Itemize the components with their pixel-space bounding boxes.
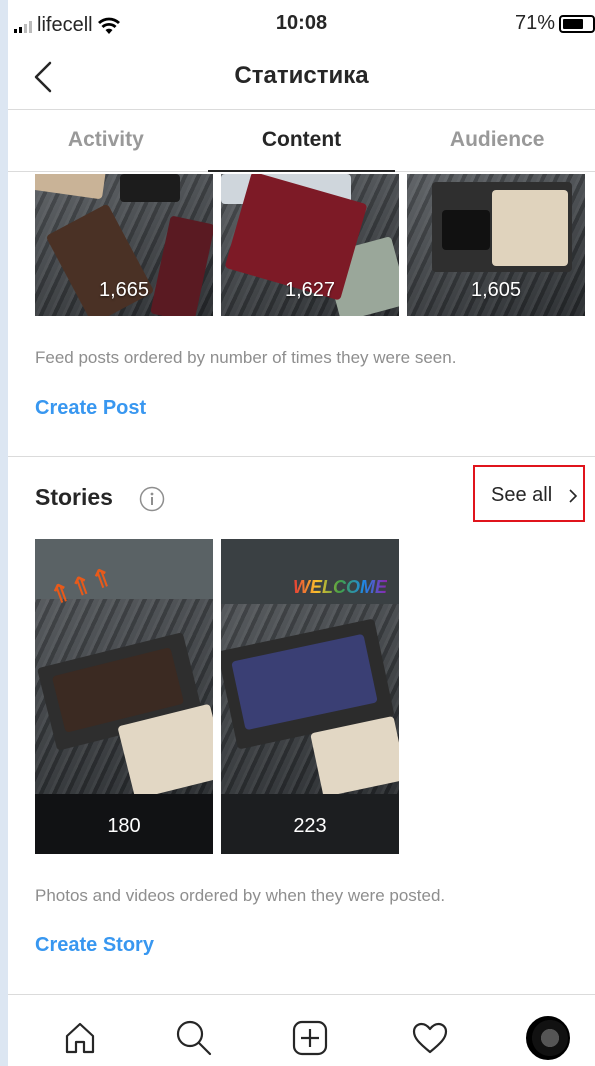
post-view-count: 1,605 <box>470 279 522 301</box>
chevron-right-icon <box>569 489 578 503</box>
feed-post-thumbnail[interactable]: 1,665 <box>35 174 213 316</box>
stories-grid: ⇑⇑⇑ 180 WELCOME 223 <box>35 539 399 854</box>
page-title: Статистика <box>234 62 369 89</box>
section-divider <box>8 456 595 457</box>
activity-heart-icon <box>412 1022 448 1054</box>
status-bar: lifecell 10:08 71% <box>8 0 595 46</box>
wallet-image <box>35 174 108 200</box>
tab-activity[interactable]: Activity <box>8 110 204 171</box>
story-thumbnail[interactable]: WELCOME 223 <box>221 539 399 854</box>
create-post-link[interactable]: Create Post <box>35 397 146 420</box>
feed-posts-grid: 1,665 1,627 1,605 <box>35 174 585 316</box>
see-all-button[interactable]: See all <box>473 465 585 522</box>
wallet-image <box>492 190 568 266</box>
home-tab[interactable] <box>58 1016 102 1060</box>
create-story-link[interactable]: Create Story <box>35 934 154 957</box>
section-divider <box>8 994 595 995</box>
battery-icon <box>559 14 595 33</box>
new-post-tab[interactable] <box>288 1016 332 1060</box>
wallet-image <box>442 210 490 250</box>
story-view-count: 223 <box>293 815 327 837</box>
stories-description: Photos and videos ordered by when they w… <box>35 886 446 905</box>
battery-level <box>563 18 583 29</box>
activity-tab[interactable] <box>408 1016 452 1060</box>
new-post-icon <box>292 1020 328 1056</box>
story-thumbnail[interactable]: ⇑⇑⇑ 180 <box>35 539 213 854</box>
status-time: 10:08 <box>275 12 328 34</box>
search-tab[interactable] <box>172 1016 216 1060</box>
status-right: 71% <box>515 12 595 35</box>
tab-content[interactable]: Content <box>204 110 400 172</box>
bottom-tab-bar <box>8 1002 595 1066</box>
tab-bar: Activity Content Audience <box>8 110 595 172</box>
info-icon[interactable] <box>139 486 165 512</box>
tab-audience[interactable]: Audience <box>399 110 595 171</box>
profile-tab[interactable] <box>526 1016 570 1060</box>
welcome-sticker: WELCOME <box>293 577 387 597</box>
see-all-label: See all <box>491 484 553 506</box>
post-view-count: 1,627 <box>284 279 336 301</box>
home-icon <box>65 1022 95 1054</box>
nav-header: Статистика <box>8 46 595 110</box>
wallet-image <box>120 174 180 202</box>
profile-avatar <box>526 1016 570 1060</box>
feed-post-thumbnail[interactable]: 1,605 <box>407 174 585 316</box>
battery-percent: 71% <box>514 12 555 34</box>
stories-heading: Stories <box>35 484 113 510</box>
feed-post-thumbnail[interactable]: 1,627 <box>221 174 399 316</box>
story-view-count: 180 <box>107 815 141 837</box>
feed-description: Feed posts ordered by number of times th… <box>35 348 457 367</box>
phone-screen: lifecell 10:08 71% Статистика Activity C… <box>8 0 595 1066</box>
post-view-count: 1,665 <box>98 279 150 301</box>
search-icon <box>176 1020 212 1056</box>
